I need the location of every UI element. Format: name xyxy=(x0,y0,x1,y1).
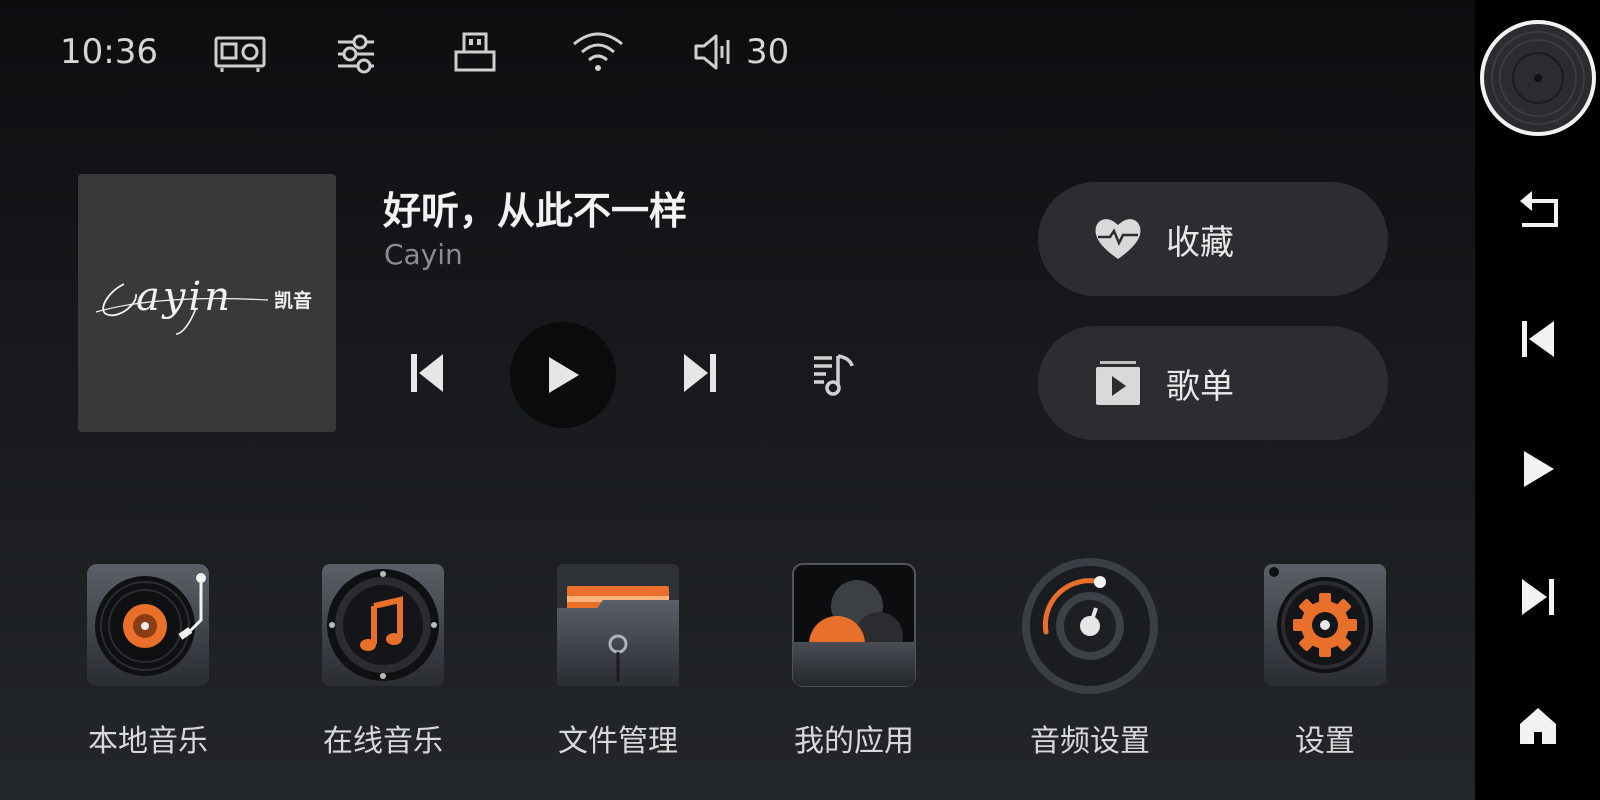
play-button[interactable] xyxy=(510,322,616,428)
app-label: 本地音乐 xyxy=(88,724,208,759)
favorites-label: 收藏 xyxy=(1166,222,1234,263)
projector-icon xyxy=(214,30,266,74)
gear-icon xyxy=(1260,560,1390,690)
skip-previous-icon xyxy=(1521,321,1554,357)
favorites-button[interactable]: 收藏 xyxy=(1038,182,1388,296)
app-file-manager[interactable]: 文件管理 xyxy=(528,560,708,760)
clock: 10:36 xyxy=(60,32,158,72)
skip-next-icon xyxy=(684,354,716,392)
usb-icon xyxy=(452,30,504,74)
playlist-button[interactable]: 歌单 xyxy=(1038,326,1388,440)
folder-icon xyxy=(553,560,683,690)
volume-icon xyxy=(692,30,744,74)
previous-button[interactable] xyxy=(402,348,452,398)
sidebar-play-button[interactable] xyxy=(1475,444,1600,494)
song-artist: Cayin xyxy=(384,238,463,271)
app-online-music[interactable]: 在线音乐 xyxy=(293,560,473,760)
app-settings[interactable]: 设置 xyxy=(1235,560,1415,760)
home-icon xyxy=(1519,708,1556,744)
app-audio-settings[interactable]: 音频设置 xyxy=(1000,558,1180,760)
playlist-icon xyxy=(814,354,854,396)
cayin-logo: ayin 凯音 xyxy=(95,274,312,335)
volume-level: 30 xyxy=(746,32,790,72)
wifi-icon xyxy=(572,30,624,74)
next-button[interactable] xyxy=(675,348,725,398)
vinyl-disc-icon xyxy=(1479,20,1596,136)
app-my-apps[interactable]: 我的应用 xyxy=(764,560,944,760)
status-bar: 10:36 30 xyxy=(0,28,900,76)
dial-icon xyxy=(1022,558,1158,694)
back-icon xyxy=(1519,191,1558,227)
home-screen: 10:36 30 ayin 凯音 好听，从此不一样 Cayin 收藏 歌单 本地… xyxy=(0,0,1475,800)
back-button[interactable] xyxy=(1475,184,1600,234)
app-label: 文件管理 xyxy=(558,724,678,759)
svg-text:ayin: ayin xyxy=(136,274,233,320)
playlist-label: 歌单 xyxy=(1166,366,1234,407)
play-icon xyxy=(549,357,579,393)
playlist-play-icon xyxy=(1096,361,1140,405)
app-local-music[interactable]: 本地音乐 xyxy=(58,560,238,760)
song-title: 好听，从此不一样 xyxy=(383,189,688,233)
skip-next-icon xyxy=(1521,579,1554,615)
app-label: 音频设置 xyxy=(1030,724,1150,759)
album-art[interactable]: ayin 凯音 xyxy=(78,174,336,432)
home-button[interactable] xyxy=(1475,700,1600,752)
heart-icon xyxy=(1095,219,1141,259)
music-note-disc-icon xyxy=(318,560,448,690)
equalizer-sliders-icon xyxy=(334,30,386,74)
skip-previous-icon xyxy=(411,354,443,392)
app-label: 在线音乐 xyxy=(323,724,443,759)
app-label: 我的应用 xyxy=(794,724,914,759)
svg-text:凯音: 凯音 xyxy=(274,289,312,312)
apps-icon xyxy=(789,560,919,690)
sidebar-next-button[interactable] xyxy=(1475,572,1600,622)
app-label: 设置 xyxy=(1295,724,1355,759)
sidebar-previous-button[interactable] xyxy=(1475,314,1600,364)
turntable-icon xyxy=(83,560,213,690)
queue-button[interactable] xyxy=(808,350,858,400)
play-icon xyxy=(1523,451,1554,487)
now-playing-disc-button[interactable] xyxy=(1475,18,1600,138)
